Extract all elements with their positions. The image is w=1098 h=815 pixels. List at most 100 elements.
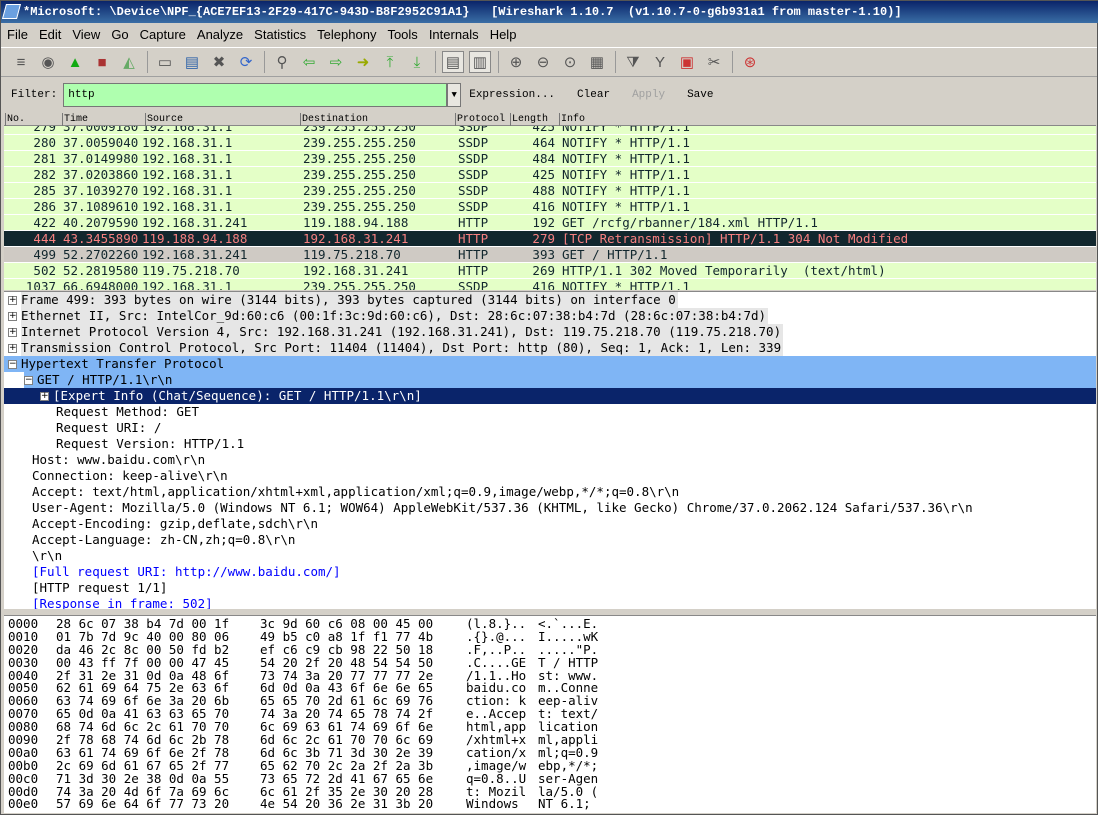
expression-button[interactable]: Expression... (469, 89, 555, 101)
detail-row[interactable]: [Response in frame: 502] (4, 596, 1096, 609)
find-button[interactable]: ⚲ (271, 51, 293, 73)
detail-text[interactable]: [Response in frame: 502] (32, 596, 215, 609)
detail-row[interactable]: + Ethernet II, Src: IntelCor_9d:60:c6 (00… (4, 308, 1096, 324)
clear-button[interactable]: Clear (577, 89, 610, 101)
open-file-button[interactable]: ▭ (154, 51, 176, 73)
menu-analyze[interactable]: Analyze (197, 27, 243, 42)
display-filters-button[interactable]: Y (649, 51, 671, 73)
menu-telephony[interactable]: Telephony (317, 27, 376, 42)
start-capture-button[interactable]: ▲ (64, 51, 86, 73)
packet-bytes[interactable]: 0000 28 6c 07 38 b4 7d 00 1f 3c 9d 60 c6 0… (4, 615, 1096, 813)
packet-row[interactable]: 1037 66.6948000 192.168.31.1 239.255.255.25… (4, 279, 1096, 290)
go-back-button[interactable]: ⇦ (298, 51, 320, 73)
menu-go[interactable]: Go (111, 27, 128, 42)
coloring-rules-button[interactable]: ▣ (676, 51, 698, 73)
filter-dropdown-button[interactable]: ▼ (447, 83, 462, 107)
detail-row[interactable]: User-Agent: Mozilla/5.0 (Windows NT 6.1;… (4, 500, 1096, 516)
packet-details[interactable]: + Frame 499: 393 bytes on wire (3144 bits… (4, 291, 1096, 609)
zoom-in-button[interactable]: ⊕ (505, 51, 527, 73)
detail-text: [Expert Info (Chat/Sequence): GET / HTTP… (53, 388, 422, 403)
detail-row[interactable]: \r\n (4, 548, 1096, 564)
packet-row[interactable]: 281 37.0149980 192.168.31.1 239.255.255.250… (4, 151, 1096, 167)
menu-help[interactable]: Help (490, 27, 517, 42)
packet-row[interactable]: 422 40.2079590 192.168.31.241 119.188.94.18… (4, 215, 1096, 231)
packet-row[interactable]: 285 37.1039270 192.168.31.1 239.255.255.250… (4, 183, 1096, 199)
detail-row[interactable]: Host: www.baidu.com\r\n (4, 452, 1096, 468)
expand-icon[interactable]: + (8, 312, 17, 321)
detail-text[interactable]: [Full request URI: http://www.baidu.com/… (32, 564, 343, 580)
detail-row[interactable]: Accept-Encoding: gzip,deflate,sdch\r\n (4, 516, 1096, 532)
column-header-protocol[interactable]: Protocol (455, 113, 505, 126)
reload-button[interactable]: ⟳ (235, 51, 257, 73)
packet-row[interactable]: 286 37.1089610 192.168.31.1 239.255.255.250… (4, 199, 1096, 215)
go-last-button[interactable]: ⤓ (406, 51, 428, 73)
go-forward-button[interactable]: ⇨ (325, 51, 347, 73)
capture-filters-button[interactable]: ⧩ (622, 51, 644, 73)
filter-input[interactable]: http (63, 83, 448, 107)
expand-icon[interactable]: + (40, 392, 49, 401)
packet-row[interactable]: 499 52.2702260 192.168.31.241 119.75.218.70… (4, 247, 1096, 263)
column-header-destination[interactable]: Destination (300, 113, 368, 126)
interfaces-button[interactable]: ≡ (10, 51, 32, 73)
menu-statistics[interactable]: Statistics (254, 27, 306, 42)
coloring-rules-icon: ▣ (679, 54, 695, 71)
detail-row[interactable]: Connection: keep-alive\r\n (4, 468, 1096, 484)
close-file-button[interactable]: ✖ (208, 51, 230, 73)
menu-file[interactable]: File (7, 27, 28, 42)
column-header-source[interactable]: Source (145, 113, 183, 126)
chevron-down-icon: ▼ (451, 90, 457, 100)
expand-icon[interactable]: + (8, 296, 17, 305)
detail-row[interactable]: + [Expert Info (Chat/Sequence): GET / HTT… (4, 388, 1096, 404)
packet-info: NOTIFY * HTTP/1.1 (562, 183, 690, 198)
expand-icon[interactable]: + (8, 344, 17, 353)
collapse-icon[interactable]: − (8, 360, 17, 369)
go-to-packet-button[interactable]: ➜ (352, 51, 374, 73)
packet-row[interactable]: 282 37.0203860 192.168.31.1 239.255.255.250… (4, 167, 1096, 183)
packet-src: 192.168.31.1 (142, 279, 233, 290)
detail-row[interactable]: Accept-Language: zh-CN,zh;q=0.8\r\n (4, 532, 1096, 548)
detail-row[interactable]: Request Method: GET (4, 404, 1096, 420)
menu-tools[interactable]: Tools (387, 27, 417, 42)
zoom-out-button[interactable]: ⊖ (532, 51, 554, 73)
colorize-button[interactable]: ▤ (442, 51, 464, 73)
apply-button[interactable]: Apply (632, 89, 665, 101)
menu-edit[interactable]: Edit (39, 27, 61, 42)
save-button[interactable]: Save (687, 89, 713, 101)
save-file-icon: ▤ (184, 54, 200, 71)
auto-scroll-button[interactable]: ▥ (469, 51, 491, 73)
zoom-normal-button[interactable]: ⊙ (559, 51, 581, 73)
column-header-time[interactable]: Time (62, 113, 88, 126)
help-button[interactable]: ⊛ (739, 51, 761, 73)
resize-columns-button[interactable]: ▦ (586, 51, 608, 73)
column-header-info[interactable]: Info (559, 113, 585, 126)
preferences-button[interactable]: ✂ (703, 51, 725, 73)
capture-options-button[interactable]: ◉ (37, 51, 59, 73)
restart-capture-button[interactable]: ◭ (118, 51, 140, 73)
detail-row[interactable]: + Internet Protocol Version 4, Src: 192.1… (4, 324, 1096, 340)
packet-list[interactable]: 279 37.0009180 192.168.31.1 239.255.255.250… (4, 113, 1096, 290)
menu-view[interactable]: View (72, 27, 100, 42)
detail-row[interactable]: + Transmission Control Protocol, Src Port… (4, 340, 1096, 356)
menu-capture[interactable]: Capture (140, 27, 186, 42)
detail-row[interactable]: − Hypertext Transfer Protocol (4, 356, 1096, 372)
save-file-button[interactable]: ▤ (181, 51, 203, 73)
stop-capture-button[interactable]: ■ (91, 51, 113, 73)
detail-row[interactable]: Accept: text/html,application/xhtml+xml,… (4, 484, 1096, 500)
menu-internals[interactable]: Internals (429, 27, 479, 42)
packet-row[interactable]: 502 52.2819580 119.75.218.70 192.168.31.241… (4, 263, 1096, 279)
go-first-button[interactable]: ⤒ (379, 51, 401, 73)
collapse-icon[interactable]: − (24, 376, 33, 385)
column-header-no[interactable]: No. (5, 113, 25, 126)
detail-row[interactable]: [HTTP request 1/1] (4, 580, 1096, 596)
packet-row[interactable]: 280 37.0059040 192.168.31.1 239.255.255.250… (4, 135, 1096, 151)
expand-icon[interactable]: + (8, 328, 17, 337)
column-header-length[interactable]: Length (510, 113, 548, 126)
detail-row[interactable]: Request Version: HTTP/1.1 (4, 436, 1096, 452)
hex-bytes-2: 4e 54 20 36 2e 31 3b 20 (260, 796, 434, 812)
detail-row[interactable]: [Full request URI: http://www.baidu.com/… (4, 564, 1096, 580)
detail-row[interactable]: + Frame 499: 393 bytes on wire (3144 bits… (4, 292, 1096, 308)
zoom-in-icon: ⊕ (509, 54, 523, 71)
packet-row[interactable]: 444 43.3455890 119.188.94.188 192.168.31.24… (4, 231, 1096, 247)
detail-row[interactable]: − GET / HTTP/1.1\r\n (4, 372, 1096, 388)
detail-row[interactable]: Request URI: / (4, 420, 1096, 436)
